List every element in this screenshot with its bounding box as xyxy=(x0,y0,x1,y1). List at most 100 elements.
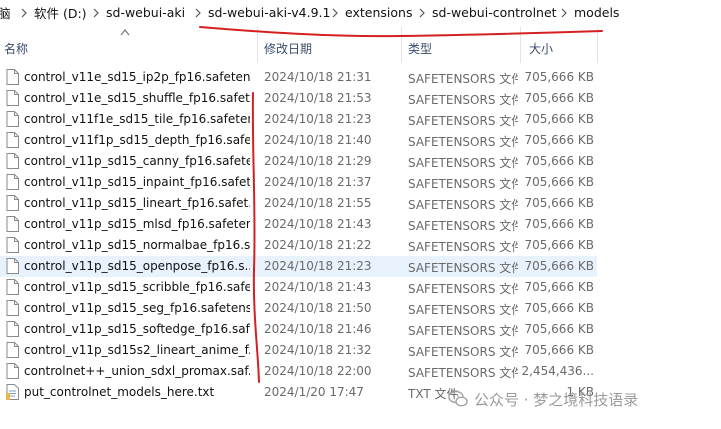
file-modified-date: 2024/10/18 21:37 xyxy=(264,175,372,189)
file-row[interactable]: controlnet++_union_sdxl_promax.saf... 202… xyxy=(0,361,721,382)
breadcrumb-item[interactable]: extensions xyxy=(345,0,412,25)
chevron-right-icon[interactable] xyxy=(331,0,339,25)
file-name: controlnet++_union_sdxl_promax.saf... xyxy=(24,364,250,378)
breadcrumb-item[interactable]: sd-webui-aki-v4.9.1 xyxy=(208,0,330,25)
file-size: 705,666 KB xyxy=(524,154,594,168)
breadcrumb-item[interactable]: 软件 (D:) xyxy=(34,0,87,25)
file-size: 705,666 KB xyxy=(524,259,594,273)
file-type: SAFETENSORS 文件 xyxy=(408,324,518,338)
chevron-right-icon[interactable] xyxy=(560,0,568,25)
chevron-right-icon[interactable] xyxy=(418,0,426,25)
file-row[interactable]: control_v11e_sd15_shuffle_fp16.safet... 2… xyxy=(0,88,721,109)
column-header-type-label: 类型 xyxy=(408,42,433,56)
column-header-size-label: 大小 xyxy=(529,42,554,56)
file-type: SAFETENSORS 文件 xyxy=(408,345,518,359)
file-size: 705,666 KB xyxy=(524,217,594,231)
file-modified-date: 2024/10/18 21:40 xyxy=(264,133,372,147)
file-name: control_v11p_sd15_seg_fp16.safetens... xyxy=(24,301,250,315)
file-row[interactable]: control_v11p_sd15_softedge_fp16.saf... 20… xyxy=(0,319,721,340)
file-type: SAFETENSORS 文件 xyxy=(408,303,518,317)
column-divider[interactable] xyxy=(257,27,258,63)
file-size: 705,666 KB xyxy=(524,112,594,126)
file-type: SAFETENSORS 文件 xyxy=(408,219,518,233)
file-modified-date: 2024/10/18 21:22 xyxy=(264,238,372,252)
column-divider[interactable] xyxy=(597,27,598,63)
file-size: 705,666 KB xyxy=(524,343,594,357)
file-modified-date: 2024/10/18 22:00 xyxy=(264,364,372,378)
breadcrumb-item-label: 脑 xyxy=(0,6,11,21)
file-row[interactable]: control_v11f1e_sd15_tile_fp16.safeten...… xyxy=(0,109,721,130)
file-row[interactable]: control_v11e_sd15_ip2p_fp16.safeten... 20… xyxy=(0,67,721,88)
breadcrumb-item[interactable]: models xyxy=(574,0,619,25)
file-name: control_v11p_sd15_openpose_fp16.s... xyxy=(24,259,250,273)
chevron-right-icon[interactable] xyxy=(92,0,100,25)
file-modified-date: 2024/10/18 21:23 xyxy=(264,112,372,126)
file-name: control_v11p_sd15_lineart_fp16.safet... xyxy=(24,196,250,210)
file-row[interactable]: control_v11p_sd15_normalbae_fp16.s... 202… xyxy=(0,235,721,256)
watermark-text: 公众号 · 梦之境科技语录 xyxy=(474,390,639,409)
column-header-date-label: 修改日期 xyxy=(264,42,313,56)
file-modified-date: 2024/10/18 21:50 xyxy=(264,301,372,315)
file-modified-date: 2024/10/18 21:23 xyxy=(264,259,372,273)
file-row[interactable]: control_v11p_sd15_seg_fp16.safetens... 20… xyxy=(0,298,721,319)
file-row[interactable]: control_v11p_sd15_scribble_fp16.safe... 2… xyxy=(0,277,721,298)
file-name: put_controlnet_models_here.txt xyxy=(24,385,215,399)
file-type: SAFETENSORS 文件 xyxy=(408,282,518,296)
file-size: 2,454,436... xyxy=(521,364,594,378)
file-type: SAFETENSORS 文件 xyxy=(408,114,518,128)
file-type: SAFETENSORS 文件 xyxy=(408,156,518,170)
file-size: 705,666 KB xyxy=(524,238,594,252)
file-name: control_v11f1p_sd15_depth_fp16.safe... xyxy=(24,133,250,147)
file-row[interactable]: control_v11p_sd15_mlsd_fp16.safeten... 20… xyxy=(0,214,721,235)
file-size: 705,666 KB xyxy=(524,175,594,189)
column-divider[interactable] xyxy=(401,27,402,63)
file-type: SAFETENSORS 文件 xyxy=(408,72,518,86)
column-header-date[interactable]: 修改日期 xyxy=(264,25,399,65)
file-modified-date: 2024/10/18 21:55 xyxy=(264,196,372,210)
file-name: control_v11p_sd15_softedge_fp16.saf... xyxy=(24,322,250,336)
file-name: control_v11p_sd15_canny_fp16.safete... xyxy=(24,154,250,168)
breadcrumb-item-label: sd-webui-aki xyxy=(106,5,186,20)
file-size: 705,666 KB xyxy=(524,70,594,84)
breadcrumb-item-label: sd-webui-controlnet xyxy=(432,5,557,20)
breadcrumb-item[interactable]: 脑 xyxy=(0,0,11,25)
file-modified-date: 2024/10/18 21:43 xyxy=(264,280,372,294)
file-modified-date: 2024/10/18 21:32 xyxy=(264,343,372,357)
file-size: 705,666 KB xyxy=(524,301,594,315)
file-row[interactable]: control_v11p_sd15_canny_fp16.safete... 20… xyxy=(0,151,721,172)
file-name: control_v11p_sd15_inpaint_fp16.safet... xyxy=(24,175,250,189)
file-size: 705,666 KB xyxy=(524,133,594,147)
file-row[interactable]: control_v11f1p_sd15_depth_fp16.safe... 20… xyxy=(0,130,721,151)
column-header-type[interactable]: 类型 xyxy=(408,25,518,65)
file-name: control_v11e_sd15_shuffle_fp16.safet... xyxy=(24,91,250,105)
file-name: control_v11f1e_sd15_tile_fp16.safeten... xyxy=(24,112,250,126)
file-name: control_v11p_sd15_scribble_fp16.safe... xyxy=(24,280,250,294)
file-row[interactable]: control_v11p_sd15s2_lineart_anime_f... 20… xyxy=(0,340,721,361)
chevron-right-icon[interactable] xyxy=(194,0,202,25)
file-row[interactable]: control_v11p_sd15_openpose_fp16.s... 2024… xyxy=(0,256,597,277)
file-size: 705,666 KB xyxy=(524,322,594,336)
chevron-right-icon[interactable] xyxy=(20,0,28,25)
breadcrumb-item[interactable]: sd-webui-aki xyxy=(106,0,185,25)
file-size: 705,666 KB xyxy=(524,280,594,294)
file-type: SAFETENSORS 文件 xyxy=(408,261,518,275)
wechat-icon xyxy=(448,390,468,407)
file-type: SAFETENSORS 文件 xyxy=(408,198,518,212)
breadcrumb-item-label: extensions xyxy=(345,5,413,20)
column-header-name[interactable]: 名称 xyxy=(4,25,254,65)
file-modified-date: 2024/10/18 21:29 xyxy=(264,154,372,168)
file-row[interactable]: control_v11p_sd15_inpaint_fp16.safet... 2… xyxy=(0,172,721,193)
file-modified-date: 2024/10/18 21:53 xyxy=(264,91,372,105)
file-type: SAFETENSORS 文件 xyxy=(408,177,518,191)
watermark: 公众号 · 梦之境科技语录 xyxy=(448,387,638,411)
column-divider[interactable] xyxy=(520,27,521,63)
column-header-name-label: 名称 xyxy=(4,42,29,56)
file-row[interactable]: control_v11p_sd15_lineart_fp16.safet... 2… xyxy=(0,193,721,214)
file-modified-date: 2024/10/18 21:46 xyxy=(264,322,372,336)
file-size: 705,666 KB xyxy=(524,91,594,105)
file-list: control_v11e_sd15_ip2p_fp16.safeten... 20… xyxy=(0,67,721,403)
file-modified-date: 2024/10/18 21:43 xyxy=(264,217,372,231)
file-name: control_v11p_sd15_mlsd_fp16.safeten... xyxy=(24,217,250,231)
breadcrumb-item[interactable]: sd-webui-controlnet xyxy=(432,0,557,25)
column-header-size[interactable]: 大小 xyxy=(529,25,589,65)
